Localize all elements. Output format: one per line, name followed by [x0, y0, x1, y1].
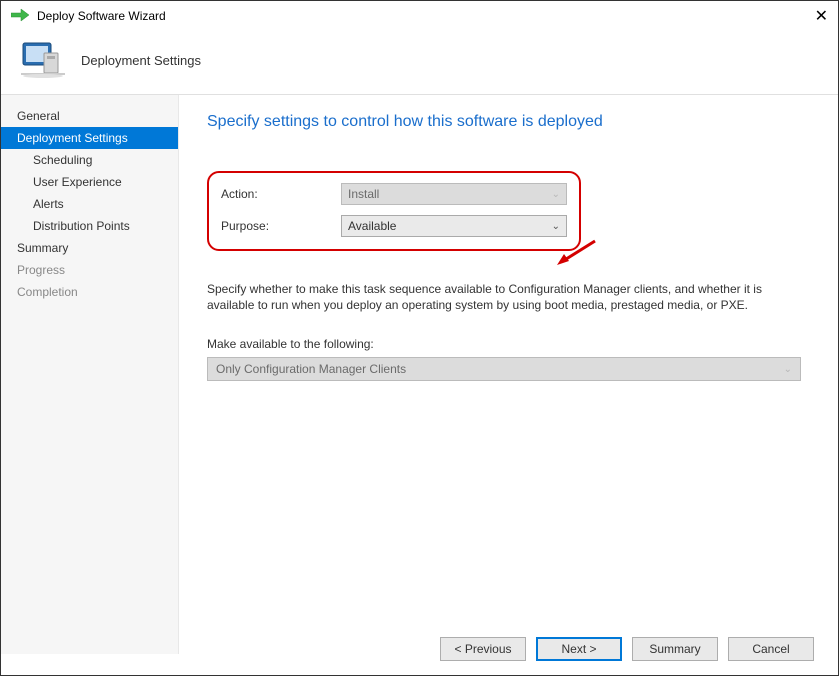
wizard-main: Specify settings to control how this sof…	[179, 95, 838, 654]
description-text: Specify whether to make this task sequen…	[207, 281, 777, 313]
chevron-down-icon: ⌄	[552, 189, 560, 200]
cancel-button[interactable]: Cancel	[728, 637, 814, 661]
header-title: Deployment Settings	[81, 53, 201, 68]
chevron-down-icon: ⌄	[552, 221, 560, 232]
wizard-sidebar: General Deployment Settings Scheduling U…	[1, 95, 179, 654]
action-label: Action:	[221, 187, 341, 201]
action-select: Install ⌄	[341, 183, 567, 205]
purpose-value: Available	[348, 219, 396, 233]
available-label: Make available to the following:	[207, 337, 810, 351]
available-select: Only Configuration Manager Clients ⌄	[207, 357, 801, 381]
wizard-header: Deployment Settings	[1, 31, 838, 94]
titlebar: Deploy Software Wizard ✕	[1, 1, 838, 31]
go-arrow-icon	[11, 8, 29, 25]
close-button[interactable]: ✕	[815, 6, 828, 26]
sidebar-item-summary[interactable]: Summary	[1, 237, 178, 259]
sidebar-item-distribution-points[interactable]: Distribution Points	[1, 215, 178, 237]
previous-button[interactable]: < Previous	[440, 637, 526, 661]
sidebar-item-user-experience[interactable]: User Experience	[1, 171, 178, 193]
sidebar-item-progress: Progress	[1, 259, 178, 281]
sidebar-item-alerts[interactable]: Alerts	[1, 193, 178, 215]
summary-button[interactable]: Summary	[632, 637, 718, 661]
window-title: Deploy Software Wizard	[37, 9, 166, 23]
purpose-select[interactable]: Available ⌄	[341, 215, 567, 237]
computer-icon	[21, 39, 65, 82]
action-value: Install	[348, 187, 379, 201]
chevron-down-icon: ⌄	[784, 364, 792, 375]
sidebar-item-scheduling[interactable]: Scheduling	[1, 149, 178, 171]
available-value: Only Configuration Manager Clients	[216, 362, 406, 376]
next-button[interactable]: Next >	[536, 637, 622, 661]
highlighted-settings: Action: Install ⌄ Purpose: Available ⌄	[207, 171, 581, 251]
sidebar-item-completion: Completion	[1, 281, 178, 303]
wizard-buttonbar: < Previous Next > Summary Cancel	[440, 637, 814, 661]
sidebar-item-general[interactable]: General	[1, 105, 178, 127]
page-title: Specify settings to control how this sof…	[207, 113, 810, 131]
purpose-label: Purpose:	[221, 219, 341, 233]
sidebar-item-deployment-settings[interactable]: Deployment Settings	[1, 127, 178, 149]
